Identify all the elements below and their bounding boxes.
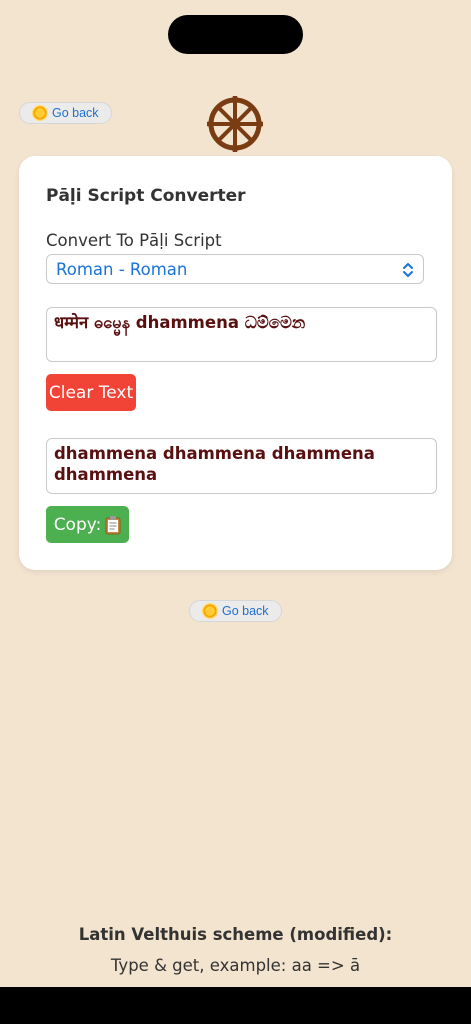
go-back-button-top[interactable]: Go back [19, 102, 112, 124]
chevron-up-down-icon [403, 263, 413, 277]
home-indicator-bar [0, 987, 471, 1024]
go-back-button-bottom[interactable]: Go back [189, 600, 282, 622]
script-select[interactable]: Roman - Roman [46, 254, 424, 284]
copy-label: Copy: [53, 514, 102, 535]
scheme-title: Latin Velthuis scheme (modified): [78, 925, 393, 944]
go-back-label: Go back [222, 604, 269, 618]
clear-text-button[interactable]: Clear Text [46, 374, 136, 411]
dynamic-island [168, 15, 303, 54]
input-textarea[interactable]: धम्मेन ဓမ္မေန dhammena ධම්මෙන [46, 307, 437, 362]
sun-icon [202, 603, 218, 619]
output-textarea[interactable]: dhammena dhammena dhammena dhammena [46, 438, 437, 494]
scheme-example: Type & get, example: aa => ā [110, 956, 361, 975]
converter-card: Pāḷi Script Converter Convert To Pāḷi Sc… [19, 156, 452, 570]
clipboard-icon [105, 515, 121, 534]
script-select-value: Roman - Roman [56, 259, 188, 279]
card-title: Pāḷi Script Converter [46, 186, 246, 206]
go-back-label: Go back [52, 106, 99, 120]
sun-icon [32, 105, 48, 121]
dharma-wheel-icon [207, 96, 263, 152]
clear-text-label: Clear Text [48, 382, 134, 403]
copy-button[interactable]: Copy: [46, 506, 129, 543]
convert-to-label: Convert To Pāḷi Script [46, 231, 222, 250]
